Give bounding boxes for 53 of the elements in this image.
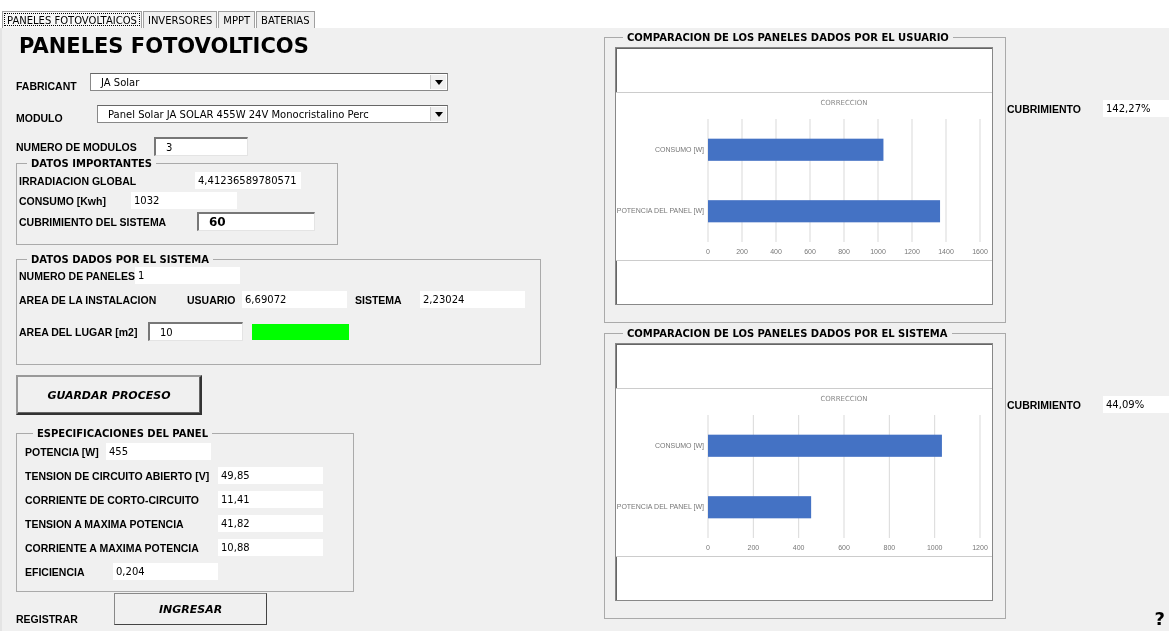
save-button[interactable]: GUARDAR PROCESO: [16, 375, 202, 415]
field-label: REGISTRAR: [16, 613, 79, 625]
value-field[interactable]: 142,27%: [1103, 100, 1169, 117]
field-label: CUBRIMIENTO: [1007, 102, 1082, 115]
field-label: CUBRIMIENTO: [1007, 398, 1082, 411]
dropdown-arrow-icon: [434, 79, 443, 85]
tab[interactable]: MPPT: [218, 11, 256, 28]
field-label: IRRADIACION GLOBAL: [19, 174, 138, 187]
register-button[interactable]: INGRESAR: [114, 593, 267, 625]
dropdown-arrow-icon: [434, 111, 443, 117]
tab[interactable]: PANELES FOTOVOLTAICOS: [2, 11, 142, 28]
group-title: COMPARACION DE LOS PANELES DADOS POR EL USUARIO: [626, 32, 950, 43]
input-field[interactable]: 60: [197, 212, 315, 231]
value-field[interactable]: 6,69072: [242, 291, 347, 308]
group-title: DATOS IMPORTANTES: [30, 158, 154, 169]
modules-input[interactable]: 3: [154, 137, 248, 156]
manufacturer-dropdown[interactable]: JA Solar: [90, 73, 448, 91]
tab[interactable]: INVERSORES: [142, 11, 218, 28]
field-label: NUMERO DE MODULOS: [16, 140, 138, 153]
field-label: NUMERO DE PANELES: [19, 269, 135, 282]
value-field[interactable]: 10,88: [218, 539, 323, 556]
field-label: CUBRIMIENTO DEL SISTEMA: [19, 215, 168, 228]
group-title: ESPECIFICACIONES DEL PANEL: [36, 428, 210, 439]
tab[interactable]: BATERIAS: [256, 11, 315, 28]
help-icon[interactable]: ?: [1154, 608, 1165, 629]
field-label: SISTEMA: [355, 293, 403, 306]
value-field[interactable]: 2,23024: [420, 291, 525, 308]
field-label: MODULO: [16, 111, 64, 124]
value-field[interactable]: 4,41236589780571: [195, 172, 301, 189]
page-title: PANELES FOTOVOLTICOS: [19, 34, 310, 60]
field-label: TENSION DE CIRCUITO ABIERTO [V]: [25, 469, 211, 482]
value-field[interactable]: 44,09%: [1103, 396, 1169, 413]
value-field[interactable]: 455: [106, 443, 211, 460]
field-label: AREA DEL LUGAR [m2]: [19, 325, 139, 338]
module-dropdown[interactable]: Panel Solar JA SOLAR 455W 24V Monocristalino Perc: [97, 105, 448, 123]
field-label: EFICIENCIA: [25, 565, 86, 578]
value-field[interactable]: 11,41: [218, 491, 323, 508]
value-field[interactable]: 1032: [131, 192, 237, 209]
value-field[interactable]: 41,82: [218, 515, 323, 532]
field-label: CORRIENTE DE CORTO-CIRCUITO: [25, 493, 201, 506]
field-label: CORRIENTE A MAXIMA POTENCIA: [25, 541, 200, 554]
value-field[interactable]: 0,204: [113, 563, 218, 580]
field-label: FABRICANT: [16, 79, 78, 92]
field-label: USUARIO: [187, 293, 237, 306]
group-title: COMPARACION DE LOS PANELES DADOS POR EL SISTEMA: [626, 328, 949, 339]
group-title: DATOS DADOS POR EL SISTEMA: [30, 254, 210, 265]
value-field[interactable]: 1: [134, 267, 240, 284]
value-field[interactable]: 49,85: [218, 467, 323, 484]
field-label: AREA DE LA INSTALACION: [19, 293, 158, 306]
field-label: TENSION A MAXIMA POTENCIA: [25, 517, 185, 530]
area-input[interactable]: 10: [148, 322, 243, 341]
field-label: POTENCIA [W]: [25, 445, 100, 458]
field-label: CONSUMO [Kwh]: [19, 194, 107, 207]
